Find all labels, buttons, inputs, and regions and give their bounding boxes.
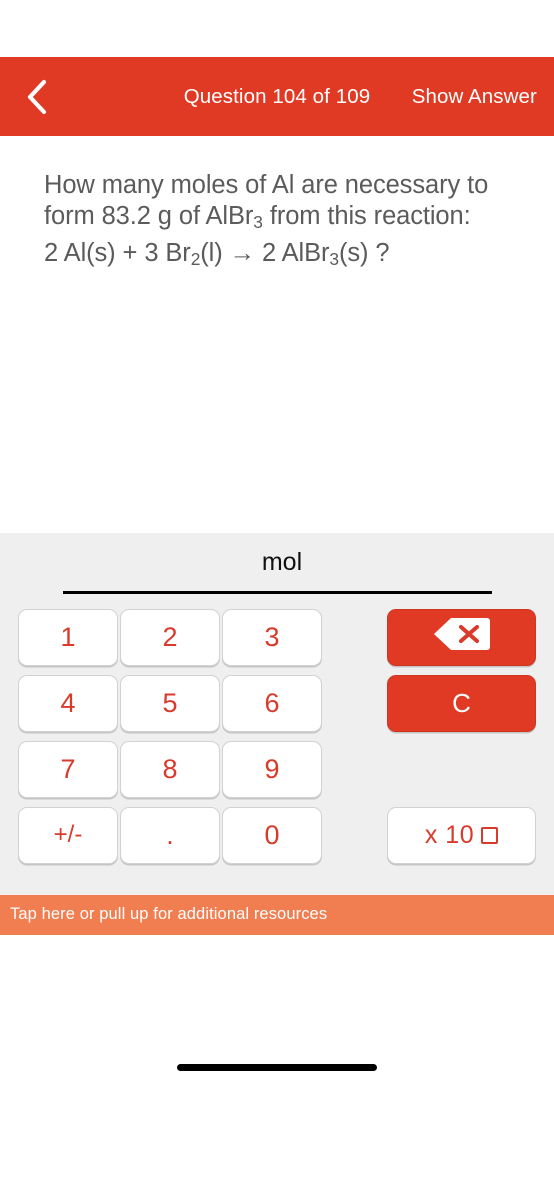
key-1[interactable]: 1	[18, 608, 118, 666]
key-0-label: 0	[264, 819, 280, 850]
backspace-button[interactable]	[387, 608, 536, 666]
reaction-part-b: (l) → 2 AlBr	[200, 238, 330, 267]
key-6-label: 6	[264, 687, 280, 718]
keypad-grid: 1 2 3 4 5 6 7 8 9 +/- . 0 C x 10	[0, 608, 554, 864]
key-5-label: 5	[162, 687, 178, 718]
key-plus-minus-label: +/-	[53, 821, 83, 849]
key-decimal-point[interactable]: .	[120, 806, 220, 864]
key-4-label: 4	[60, 687, 76, 718]
action-keys: C x 10	[387, 608, 536, 864]
clear-button[interactable]: C	[387, 674, 536, 732]
question-line-1: How many moles of Al are necessary to	[44, 171, 489, 199]
key-plus-minus[interactable]: +/-	[18, 806, 118, 864]
clear-label: C	[452, 687, 471, 718]
answer-unit-label: mol	[261, 548, 303, 577]
reaction-part-c: (s) ?	[338, 238, 390, 267]
key-2[interactable]: 2	[120, 608, 220, 666]
empty-square-icon	[481, 826, 499, 844]
answer-underline	[63, 590, 492, 594]
key-9[interactable]: 9	[222, 740, 322, 798]
exponent-label: x 10	[424, 820, 475, 849]
reaction-subscript-1: 2	[190, 248, 201, 269]
additional-resources-bar[interactable]: Tap here or pull up for additional resou…	[0, 894, 554, 935]
numeric-keypad-panel: mol 1 2 3 4 5 6 7 8 9 +/- . 0 C x 10	[0, 532, 554, 895]
key-5[interactable]: 5	[120, 674, 220, 732]
question-text: How many moles of Al are necessary to fo…	[44, 170, 512, 275]
app-header: Question 104 of 109 Show Answer	[0, 57, 554, 136]
key-7-label: 7	[60, 753, 76, 784]
key-3-label: 3	[264, 621, 280, 652]
question-line-2-subscript: 3	[253, 211, 263, 232]
question-line-2-pre: form 83.2 g of AlBr	[44, 202, 254, 230]
question-line-2-post: from this reaction:	[262, 202, 471, 230]
additional-resources-label: Tap here or pull up for additional resou…	[10, 905, 328, 924]
question-area: How many moles of Al are necessary to fo…	[0, 136, 554, 533]
key-8-label: 8	[162, 753, 178, 784]
key-6[interactable]: 6	[222, 674, 322, 732]
key-decimal-point-label: .	[166, 819, 174, 850]
answer-input-row[interactable]: mol	[0, 533, 554, 593]
question-screen: Question 104 of 109 Show Answer How many…	[0, 0, 554, 1200]
home-indicator-area	[0, 934, 554, 1200]
key-1-label: 1	[60, 621, 76, 652]
key-9-label: 9	[264, 753, 280, 784]
key-2-label: 2	[162, 621, 178, 652]
show-answer-button[interactable]: Show Answer	[412, 85, 537, 109]
status-bar	[0, 0, 554, 57]
digit-keys: 1 2 3 4 5 6 7 8 9 +/- . 0	[18, 608, 322, 864]
key-7[interactable]: 7	[18, 740, 118, 798]
key-8[interactable]: 8	[120, 740, 220, 798]
reaction-part-a: 2 Al(s) + 3 Br	[44, 238, 191, 267]
key-4[interactable]: 4	[18, 674, 118, 732]
exponent-button[interactable]: x 10	[387, 806, 536, 864]
reaction-subscript-2: 3	[329, 248, 339, 269]
key-0[interactable]: 0	[222, 806, 322, 864]
key-3[interactable]: 3	[222, 608, 322, 666]
backspace-icon	[433, 616, 491, 659]
home-indicator[interactable]	[177, 1063, 377, 1071]
